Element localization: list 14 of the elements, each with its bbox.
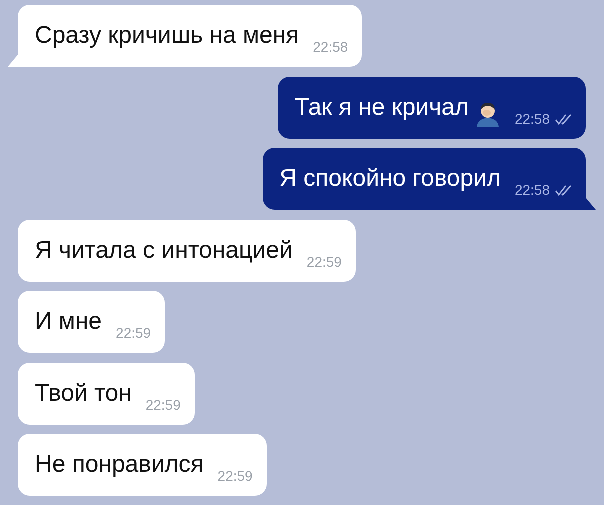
message-text: Я читала с интонацией [35, 236, 293, 266]
message-time: 22:59 [306, 252, 342, 272]
message-time: 22:59 [218, 467, 253, 486]
message-text: Я спокойно говорил [280, 164, 501, 194]
message-text: Твой тон [35, 378, 132, 408]
message-time: 22:58 [514, 181, 550, 200]
message-text: Так я не кричал [294, 92, 469, 122]
message-time: 22:58 [514, 110, 550, 128]
message-text: И мне [35, 307, 102, 337]
message-time: 22:59 [146, 396, 181, 414]
message-text: Сразу кричишь на меня [35, 21, 300, 51]
message-time: 22:58 [313, 38, 348, 57]
message-time: 22:59 [116, 324, 152, 343]
message-text: Не понравился [35, 450, 204, 480]
